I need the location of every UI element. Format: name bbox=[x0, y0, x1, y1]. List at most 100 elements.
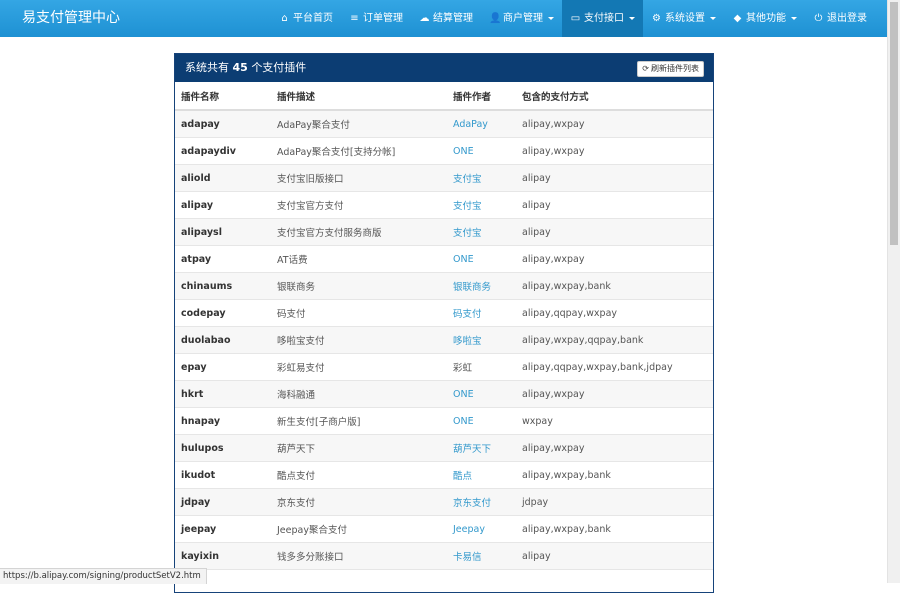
plugin-author-cell[interactable]: AdaPay bbox=[447, 110, 516, 138]
table-row: alipaysl支付宝官方支付服务商版支付宝alipay bbox=[175, 219, 713, 246]
table-row: codepay码支付码支付alipay,qqpay,wxpay bbox=[175, 300, 713, 327]
scrollbar-thumb[interactable] bbox=[890, 2, 898, 245]
user-icon: 👤 bbox=[489, 0, 500, 37]
plugin-methods-cell: alipay,qqpay,wxpay bbox=[516, 300, 713, 327]
plugin-author-cell[interactable]: 哆啦宝 bbox=[447, 327, 516, 354]
plugin-methods-cell: alipay,wxpay bbox=[516, 246, 713, 273]
nav-item-label: 商户管理 bbox=[503, 0, 543, 37]
plugin-author-cell[interactable]: ONE bbox=[447, 381, 516, 408]
page-scrollbar[interactable] bbox=[887, 0, 900, 583]
caret-down-icon bbox=[548, 17, 554, 20]
plugin-name-cell: hkrt bbox=[175, 381, 271, 408]
plugin-name-cell: duolabao bbox=[175, 327, 271, 354]
table-row: aliold支付宝旧版接口支付宝alipay bbox=[175, 165, 713, 192]
plugin-name-cell: chinaums bbox=[175, 273, 271, 300]
plugin-author-cell[interactable]: 银联商务 bbox=[447, 273, 516, 300]
card-icon: ▭ bbox=[570, 0, 581, 37]
plugin-desc-cell: AdaPay聚合支付[支持分帐] bbox=[271, 138, 447, 165]
caret-down-icon bbox=[629, 17, 635, 20]
plugin-author-cell[interactable]: ONE bbox=[447, 138, 516, 165]
nav-item-2[interactable]: ☁结算管理 bbox=[411, 0, 481, 37]
refresh-plugins-button[interactable]: ⟳ 刷新插件列表 bbox=[637, 61, 704, 77]
nav-item-label: 订单管理 bbox=[363, 0, 403, 37]
table-row: chinaums银联商务银联商务alipay,wxpay,bank bbox=[175, 273, 713, 300]
plugin-name-cell: hnapay bbox=[175, 408, 271, 435]
refresh-icon: ⟳ bbox=[642, 62, 649, 76]
nav-item-3[interactable]: 👤商户管理 bbox=[481, 0, 562, 37]
nav-item-label: 退出登录 bbox=[827, 0, 867, 37]
brand-title[interactable]: 易支付管理中心 bbox=[22, 0, 120, 37]
plugin-panel: 系统共有 45 个支付插件 ⟳ 刷新插件列表 插件名称 插件描述 插件作者 包含… bbox=[174, 53, 714, 593]
panel-heading: 系统共有 45 个支付插件 ⟳ 刷新插件列表 bbox=[175, 54, 713, 82]
plugin-author-cell[interactable]: Jeepay bbox=[447, 516, 516, 543]
link-status-bar: https://b.alipay.com/signing/productSetV… bbox=[0, 568, 207, 584]
main-nav: ⌂平台首页≡订单管理☁结算管理👤商户管理▭支付接口⚙系统设置◆其他功能⏻退出登录 bbox=[271, 0, 875, 37]
nav-item-7[interactable]: ⏻退出登录 bbox=[805, 0, 875, 37]
nav-item-label: 平台首页 bbox=[293, 0, 333, 37]
plugin-methods-cell: alipay,wxpay,bank bbox=[516, 516, 713, 543]
plugin-name-cell: codepay bbox=[175, 300, 271, 327]
home-icon: ⌂ bbox=[279, 0, 290, 37]
refresh-button-label: 刷新插件列表 bbox=[651, 62, 699, 76]
plugin-name-cell: jdpay bbox=[175, 489, 271, 516]
table-row: epay彩虹易支付彩虹alipay,qqpay,wxpay,bank,jdpay bbox=[175, 354, 713, 381]
nav-item-6[interactable]: ◆其他功能 bbox=[724, 0, 805, 37]
plugin-author-cell[interactable]: 支付宝 bbox=[447, 219, 516, 246]
nav-item-label: 支付接口 bbox=[584, 0, 624, 37]
plugin-desc-cell: 哆啦宝支付 bbox=[271, 327, 447, 354]
plugin-desc-cell: 海科融通 bbox=[271, 381, 447, 408]
plugin-methods-cell: alipay,wxpay bbox=[516, 381, 713, 408]
plugin-author-cell[interactable]: 码支付 bbox=[447, 300, 516, 327]
table-header-row: 插件名称 插件描述 插件作者 包含的支付方式 bbox=[175, 82, 713, 110]
plugin-name-cell: aliold bbox=[175, 165, 271, 192]
plugin-name-cell: kayixin bbox=[175, 543, 271, 570]
plugin-desc-cell: 彩虹易支付 bbox=[271, 354, 447, 381]
plugin-methods-cell: alipay,wxpay,qqpay,bank bbox=[516, 327, 713, 354]
plugin-methods-cell: alipay bbox=[516, 219, 713, 246]
plugin-desc-cell: AdaPay聚合支付 bbox=[271, 110, 447, 138]
nav-item-1[interactable]: ≡订单管理 bbox=[341, 0, 411, 37]
plugin-author-cell[interactable]: ONE bbox=[447, 246, 516, 273]
plugin-methods-cell: alipay,wxpay bbox=[516, 435, 713, 462]
plugin-author-cell[interactable]: ONE bbox=[447, 408, 516, 435]
nav-item-label: 其他功能 bbox=[746, 0, 786, 37]
table-row: alipay支付宝官方支付支付宝alipay bbox=[175, 192, 713, 219]
plugin-desc-cell: AT话费 bbox=[271, 246, 447, 273]
table-row: hkrt海科融通ONEalipay,wxpay bbox=[175, 381, 713, 408]
column-header-author: 插件作者 bbox=[447, 82, 516, 110]
column-header-desc: 插件描述 bbox=[271, 82, 447, 110]
gear-icon: ⚙ bbox=[651, 0, 662, 37]
plugin-author-cell[interactable]: 卡易信 bbox=[447, 543, 516, 570]
panel-title-prefix: 系统共有 bbox=[185, 61, 229, 74]
plugin-author-cell: 彩虹 bbox=[447, 354, 516, 381]
nav-item-label: 结算管理 bbox=[433, 0, 473, 37]
nav-item-0[interactable]: ⌂平台首页 bbox=[271, 0, 341, 37]
table-row: duolabao哆啦宝支付哆啦宝alipay,wxpay,qqpay,bank bbox=[175, 327, 713, 354]
table-row: atpayAT话费ONEalipay,wxpay bbox=[175, 246, 713, 273]
nav-item-4[interactable]: ▭支付接口 bbox=[562, 0, 643, 37]
column-header-methods: 包含的支付方式 bbox=[516, 82, 713, 110]
plugin-author-cell[interactable]: 酷点 bbox=[447, 462, 516, 489]
plugin-desc-cell: 支付宝官方支付服务商版 bbox=[271, 219, 447, 246]
nav-item-label: 系统设置 bbox=[665, 0, 705, 37]
table-row: jdpay京东支付京东支付jdpay bbox=[175, 489, 713, 516]
plugin-author-cell[interactable]: 支付宝 bbox=[447, 165, 516, 192]
plugin-methods-cell: alipay bbox=[516, 543, 713, 570]
nav-item-5[interactable]: ⚙系统设置 bbox=[643, 0, 724, 37]
plugin-name-cell: alipay bbox=[175, 192, 271, 219]
panel-title-suffix: 个支付插件 bbox=[251, 61, 306, 74]
plugin-name-cell: alipaysl bbox=[175, 219, 271, 246]
plugin-author-cell[interactable]: 葫芦天下 bbox=[447, 435, 516, 462]
table-row: kayixin钱多多分账接口卡易信alipay bbox=[175, 543, 713, 570]
plugin-methods-cell: alipay,wxpay,bank bbox=[516, 273, 713, 300]
plugin-name-cell: ikudot bbox=[175, 462, 271, 489]
plugin-author-cell[interactable]: 京东支付 bbox=[447, 489, 516, 516]
plugin-author-cell[interactable]: 支付宝 bbox=[447, 192, 516, 219]
plugin-desc-cell: 码支付 bbox=[271, 300, 447, 327]
plugin-desc-cell: 新生支付[子商户版] bbox=[271, 408, 447, 435]
plugin-name-cell: atpay bbox=[175, 246, 271, 273]
plugin-name-cell: jeepay bbox=[175, 516, 271, 543]
table-row: adapaydivAdaPay聚合支付[支持分帐]ONEalipay,wxpay bbox=[175, 138, 713, 165]
caret-down-icon bbox=[791, 17, 797, 20]
table-row: hulupos葫芦天下葫芦天下alipay,wxpay bbox=[175, 435, 713, 462]
